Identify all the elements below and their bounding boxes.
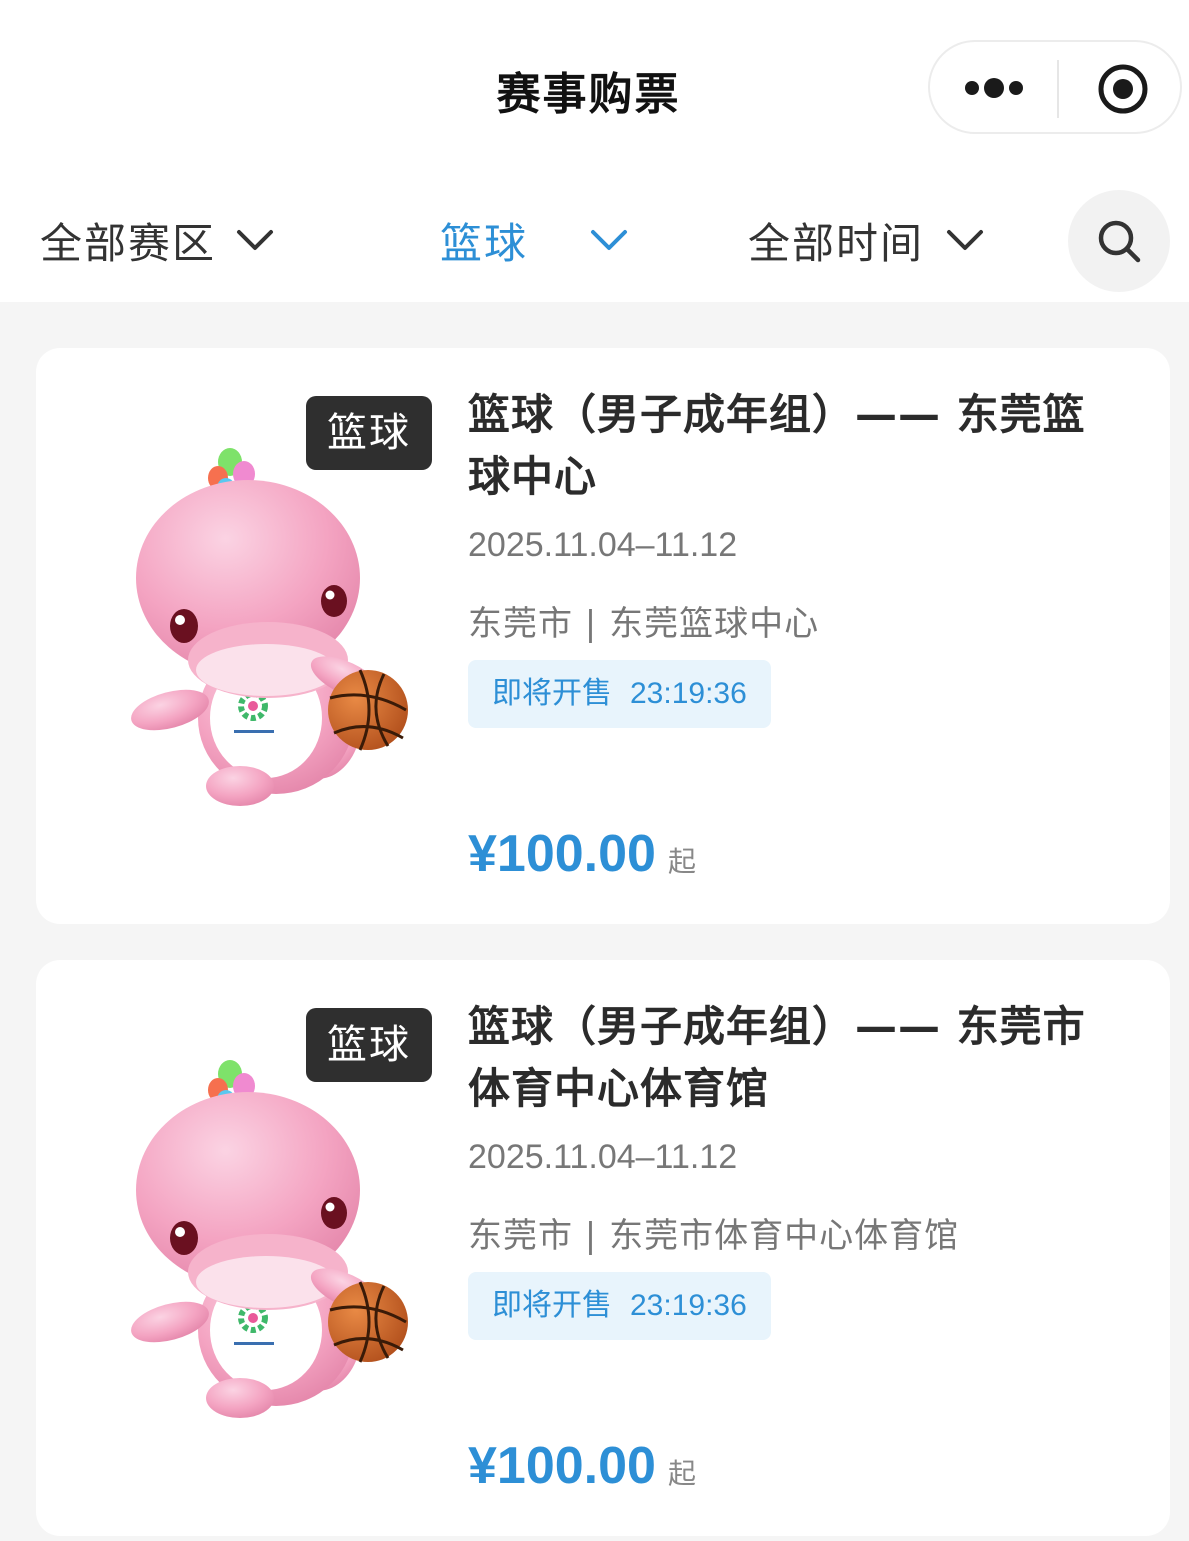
search-icon (1098, 220, 1141, 263)
event-venue: 东莞市 | 东莞市体育中心体育馆 (468, 1216, 960, 1256)
filter-region-label: 全部赛区 (40, 218, 217, 268)
price-suffix: 起 (667, 1457, 696, 1490)
mascot-image (98, 1060, 428, 1430)
event-card[interactable]: 篮球 篮球（男子成年组）—— 东莞市体育中心体育馆 2025.11.04–11.… (36, 960, 1170, 1536)
price: ¥100.00 起 (468, 824, 696, 884)
price-suffix: 起 (667, 845, 696, 878)
target-circle-icon[interactable] (1096, 62, 1150, 116)
filter-time[interactable]: 全部时间 (748, 212, 984, 268)
price: ¥100.00 起 (468, 1436, 696, 1496)
sport-tag: 篮球 (306, 396, 432, 470)
event-date: 2025.11.04–11.12 (468, 526, 738, 564)
filter-sport-label: 篮球 (440, 218, 529, 268)
filter-sport[interactable]: 篮球 (440, 212, 628, 268)
price-value: ¥100.00 (468, 825, 656, 883)
filter-time-label: 全部时间 (748, 218, 925, 268)
event-date: 2025.11.04–11.12 (468, 1138, 738, 1176)
chevron-down-icon (947, 230, 984, 250)
chevron-down-icon (237, 230, 274, 250)
sale-status-label: 即将开售 (492, 1288, 612, 1323)
chevron-down-icon (591, 230, 628, 250)
sport-tag: 篮球 (306, 1008, 432, 1082)
sale-status-label: 即将开售 (492, 676, 612, 711)
sale-countdown: 23:19:36 (630, 1289, 747, 1322)
top-bar: 赛事购票 全部赛区 篮球 全部时间 (0, 0, 1189, 302)
price-value: ¥100.00 (468, 1437, 656, 1495)
mini-program-capsule (928, 40, 1182, 134)
sale-status-badge: 即将开售 23:19:36 (468, 1272, 771, 1340)
event-card[interactable]: 篮球 篮球（男子成年组）—— 东莞篮球中心 2025.11.04–11.12 东… (36, 348, 1170, 924)
event-title: 篮球（男子成年组）—— 东莞篮球中心 (468, 390, 1086, 501)
search-button[interactable] (1068, 190, 1170, 292)
more-dots-icon[interactable] (964, 77, 1024, 99)
mascot-image (98, 448, 428, 818)
event-title: 篮球（男子成年组）—— 东莞市体育中心体育馆 (468, 1002, 1086, 1113)
sale-status-badge: 即将开售 23:19:36 (468, 660, 771, 728)
filter-region[interactable]: 全部赛区 (40, 212, 274, 268)
event-venue: 东莞市 | 东莞篮球中心 (468, 604, 820, 644)
sale-countdown: 23:19:36 (630, 677, 747, 710)
capsule-divider (1057, 60, 1059, 118)
